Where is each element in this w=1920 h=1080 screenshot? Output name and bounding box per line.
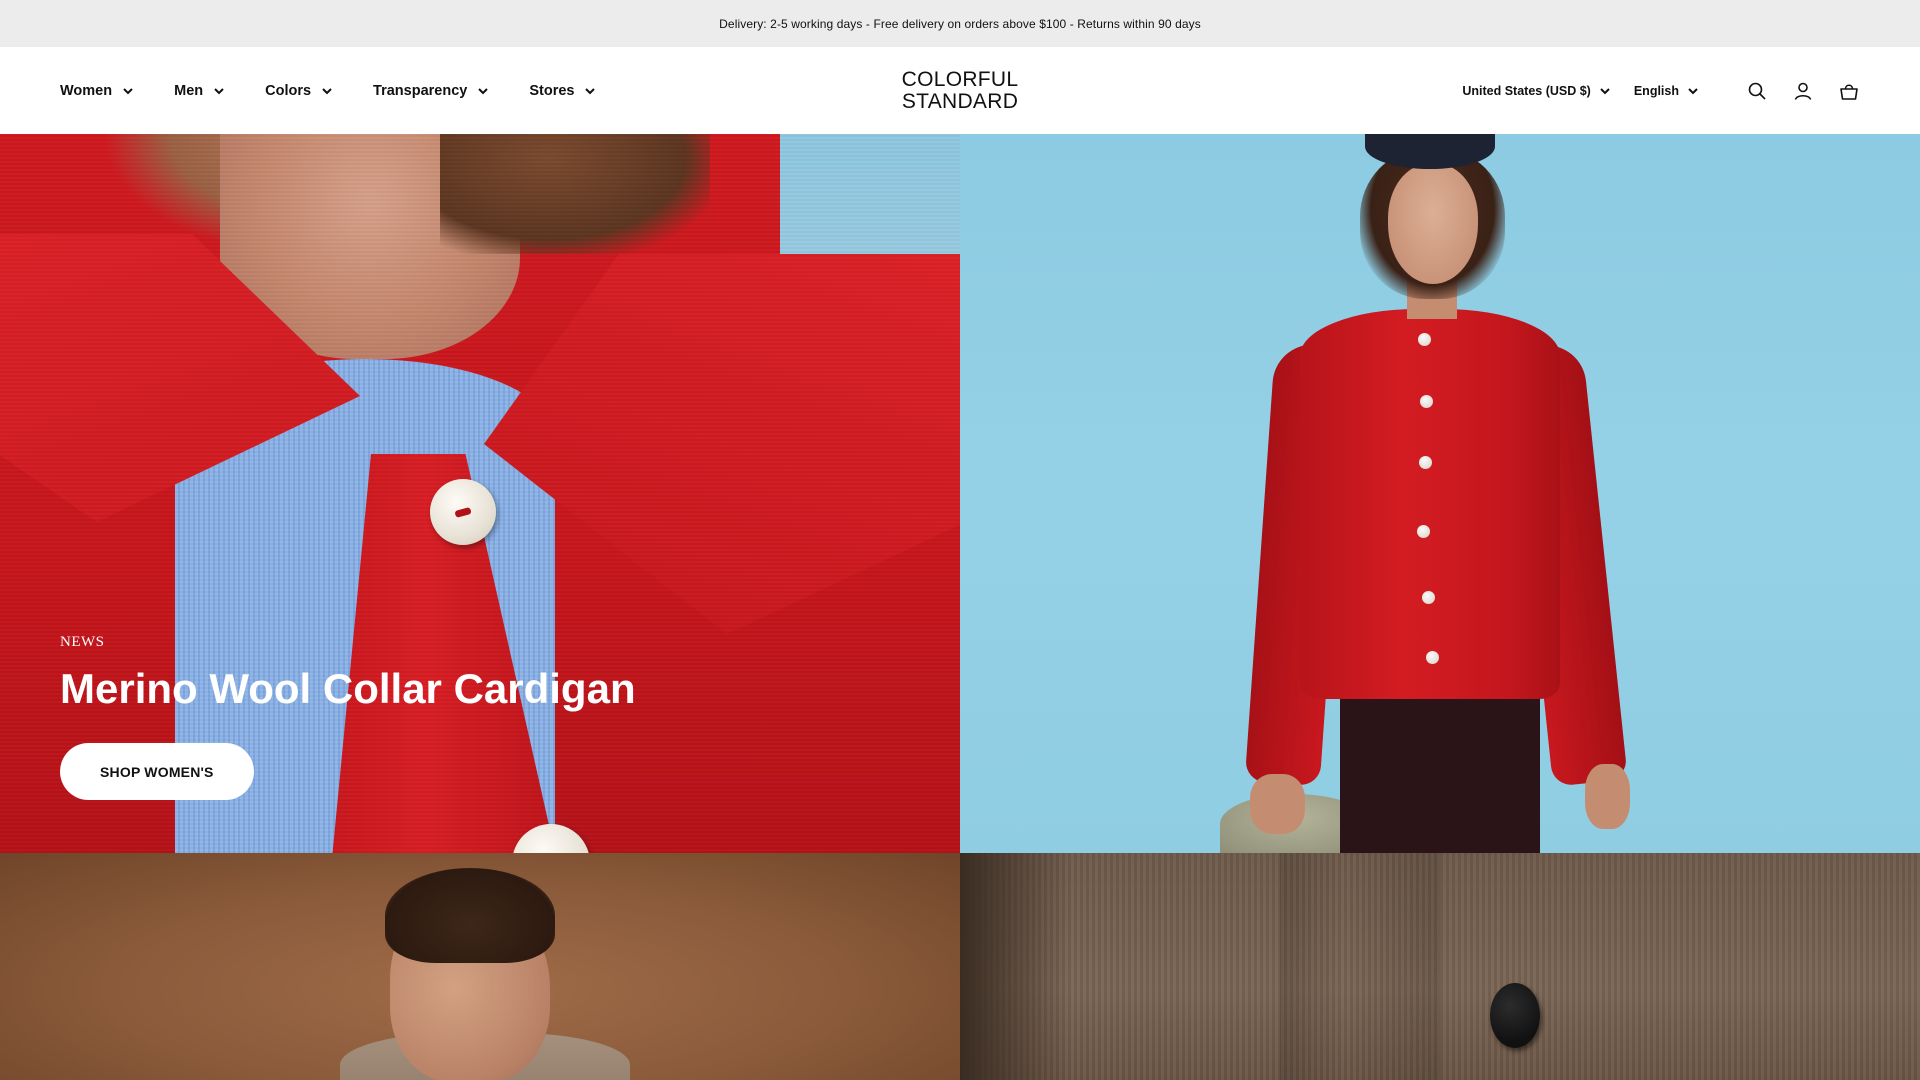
chevron-down-icon — [213, 85, 225, 97]
header-utilities: United States (USD $) English — [1462, 80, 1860, 102]
cart-icon[interactable] — [1838, 80, 1860, 102]
cardigan-placket — [1280, 853, 1440, 1080]
secondary-row — [0, 853, 1920, 1080]
main-nav: Women Men Colors Transparency Stores — [60, 83, 636, 99]
search-icon[interactable] — [1746, 80, 1768, 102]
nav-item-label: Women — [60, 82, 113, 99]
cardigan-button — [430, 479, 496, 545]
logo-line-2: STANDARD — [901, 89, 1019, 113]
chevron-down-icon — [1687, 85, 1698, 96]
nav-item-stores[interactable]: Stores — [529, 83, 596, 99]
nav-item-label: Men — [174, 82, 204, 99]
model-face — [1388, 164, 1478, 284]
nav-item-label: Stores — [529, 82, 575, 99]
hero-grid: NEWS Merino Wool Collar Cardigan SHOP WO… — [0, 134, 1920, 1080]
chevron-down-icon — [1599, 85, 1610, 96]
shop-womens-button[interactable]: SHOP WOMEN'S — [60, 743, 254, 800]
hero-tile-model[interactable] — [960, 134, 1920, 853]
shadow — [960, 853, 1070, 1080]
tile-knit-closeup[interactable] — [960, 853, 1920, 1080]
site-logo[interactable]: COLORFUL STANDARD — [901, 67, 1019, 113]
model-hand — [1585, 764, 1630, 829]
hero-content: NEWS Merino Wool Collar Cardigan SHOP WO… — [60, 634, 636, 800]
country-selector-label: United States (USD $) — [1462, 83, 1591, 98]
account-icon[interactable] — [1792, 80, 1814, 102]
cardigan-button — [1422, 591, 1435, 604]
chevron-down-icon — [584, 85, 596, 97]
model-hand — [1250, 774, 1305, 834]
logo-line-1: COLORFUL — [901, 67, 1019, 91]
cardigan-button — [1419, 456, 1432, 469]
cardigan-button — [1417, 525, 1430, 538]
hero-title: Merino Wool Collar Cardigan — [60, 665, 636, 712]
nav-item-label: Transparency — [373, 82, 468, 99]
nav-item-label: Colors — [265, 82, 312, 99]
model-pants — [1340, 694, 1540, 853]
cardigan-button — [1418, 333, 1431, 346]
country-selector[interactable]: United States (USD $) — [1462, 84, 1610, 98]
chevron-down-icon — [477, 85, 489, 97]
site-header: Women Men Colors Transparency Stores COL… — [0, 47, 1920, 134]
cardigan-button — [1426, 651, 1439, 664]
nav-item-women[interactable]: Women — [60, 83, 134, 99]
language-selector-label: English — [1633, 83, 1679, 98]
nav-item-colors[interactable]: Colors — [265, 83, 333, 99]
announcement-bar: Delivery: 2-5 working days - Free delive… — [0, 0, 1920, 47]
nav-item-men[interactable]: Men — [174, 83, 225, 99]
nav-item-transparency[interactable]: Transparency — [373, 83, 489, 99]
cardigan-button — [1420, 395, 1433, 408]
announcement-text: Delivery: 2-5 working days - Free delive… — [719, 16, 1201, 31]
hero-tile-cardigan-closeup[interactable]: NEWS Merino Wool Collar Cardigan SHOP WO… — [0, 134, 960, 853]
hero-kicker: NEWS — [60, 634, 105, 650]
chevron-down-icon — [122, 85, 134, 97]
tile-men-portrait[interactable] — [0, 853, 960, 1080]
hero-row: NEWS Merino Wool Collar Cardigan SHOP WO… — [0, 134, 1920, 853]
chevron-down-icon — [321, 85, 333, 97]
language-selector[interactable]: English — [1634, 84, 1698, 98]
cardigan-button — [1490, 983, 1540, 1048]
red-cardigan — [1300, 309, 1560, 699]
model-hair — [385, 868, 555, 963]
